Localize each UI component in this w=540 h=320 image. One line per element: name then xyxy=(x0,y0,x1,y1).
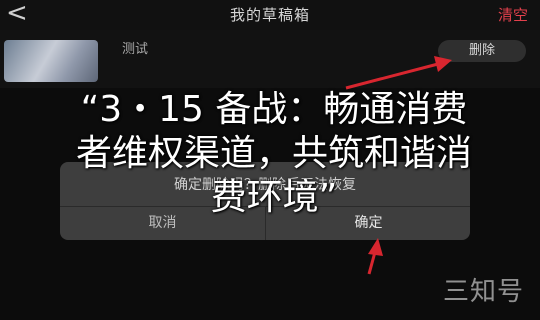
draft-list-item[interactable]: 测试 删除 xyxy=(0,30,540,88)
delete-button[interactable]: 删除 xyxy=(438,40,526,62)
page-title: 我的草稿箱 xyxy=(229,6,310,24)
headline-line-2: 者维权渠道，共筑和谐消 xyxy=(75,133,472,174)
headline-line-1: “3・15 备战：畅通消费 xyxy=(80,89,468,130)
draft-title: 测试 xyxy=(122,42,149,57)
clear-button[interactable]: 清空 xyxy=(498,4,528,25)
annotation-arrow-confirm xyxy=(367,238,383,275)
draft-thumbnail xyxy=(4,40,98,82)
headline-line-3: 费环境” xyxy=(210,177,338,218)
draft-box-screen: < 我的草稿箱 清空 测试 删除 确定删除吗？删除后无法恢复 取消 确定 “3・… xyxy=(0,0,540,320)
overlay-headline: “3・15 备战：畅通消费 者维权渠道，共筑和谐消 费环境” xyxy=(0,88,540,220)
top-bar: < 我的草稿箱 清空 xyxy=(0,0,540,30)
watermark: 三知号 xyxy=(442,277,524,307)
